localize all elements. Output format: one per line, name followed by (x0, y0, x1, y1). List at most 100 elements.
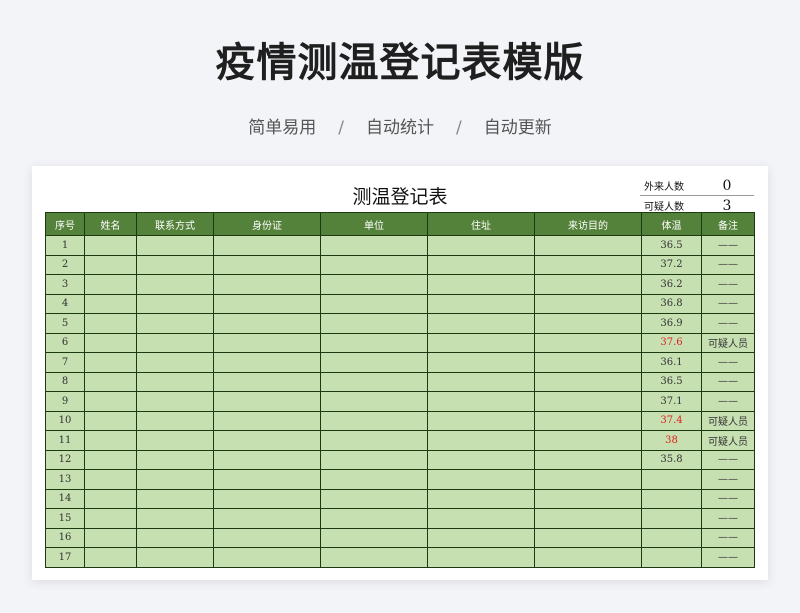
cell-address[interactable] (427, 352, 535, 373)
cell-company[interactable] (320, 410, 428, 431)
cell-visit-purpose[interactable] (534, 488, 642, 509)
cell-temperature[interactable]: 36.2 (641, 274, 702, 295)
cell-temperature[interactable]: 37.1 (641, 391, 702, 412)
cell-contact[interactable] (136, 547, 214, 568)
cell-seq[interactable]: 6 (45, 332, 85, 353)
cell-seq[interactable]: 2 (45, 254, 85, 275)
cell-company[interactable] (320, 371, 428, 392)
cell-address[interactable] (427, 313, 535, 334)
cell-company[interactable] (320, 449, 428, 470)
cell-temperature[interactable]: 37.2 (641, 254, 702, 275)
cell-company[interactable] (320, 547, 428, 568)
column-header[interactable]: 序号 (45, 212, 85, 236)
cell-id-card[interactable] (213, 469, 321, 490)
cell-name[interactable] (84, 449, 137, 470)
cell-contact[interactable] (136, 371, 214, 392)
column-header[interactable]: 备注 (701, 212, 755, 236)
cell-temperature[interactable] (641, 488, 702, 509)
cell-note[interactable]: —— (701, 313, 755, 334)
column-header[interactable]: 单位 (320, 212, 428, 236)
cell-company[interactable] (320, 469, 428, 490)
cell-address[interactable] (427, 449, 535, 470)
cell-visit-purpose[interactable] (534, 313, 642, 334)
cell-address[interactable] (427, 469, 535, 490)
cell-seq[interactable]: 17 (45, 547, 85, 568)
cell-id-card[interactable] (213, 352, 321, 373)
cell-note[interactable]: —— (701, 235, 755, 256)
cell-company[interactable] (320, 293, 428, 314)
cell-visit-purpose[interactable] (534, 469, 642, 490)
cell-seq[interactable]: 4 (45, 293, 85, 314)
cell-note[interactable]: —— (701, 371, 755, 392)
cell-name[interactable] (84, 235, 137, 256)
cell-seq[interactable]: 14 (45, 488, 85, 509)
cell-note[interactable]: 可疑人员 (701, 430, 755, 451)
cell-note[interactable]: —— (701, 508, 755, 529)
cell-id-card[interactable] (213, 274, 321, 295)
cell-temperature[interactable] (641, 508, 702, 529)
cell-seq[interactable]: 16 (45, 527, 85, 548)
cell-contact[interactable] (136, 293, 214, 314)
cell-seq[interactable]: 8 (45, 371, 85, 392)
cell-name[interactable] (84, 274, 137, 295)
cell-note[interactable]: —— (701, 274, 755, 295)
cell-temperature[interactable]: 35.8 (641, 449, 702, 470)
cell-name[interactable] (84, 547, 137, 568)
cell-name[interactable] (84, 313, 137, 334)
cell-company[interactable] (320, 488, 428, 509)
cell-seq[interactable]: 13 (45, 469, 85, 490)
cell-visit-purpose[interactable] (534, 371, 642, 392)
cell-contact[interactable] (136, 352, 214, 373)
cell-name[interactable] (84, 293, 137, 314)
cell-company[interactable] (320, 391, 428, 412)
cell-contact[interactable] (136, 508, 214, 529)
cell-company[interactable] (320, 235, 428, 256)
cell-id-card[interactable] (213, 371, 321, 392)
cell-contact[interactable] (136, 391, 214, 412)
cell-note[interactable]: —— (701, 449, 755, 470)
cell-visit-purpose[interactable] (534, 274, 642, 295)
cell-visit-purpose[interactable] (534, 410, 642, 431)
cell-visit-purpose[interactable] (534, 527, 642, 548)
cell-note[interactable]: —— (701, 352, 755, 373)
cell-contact[interactable] (136, 488, 214, 509)
cell-temperature[interactable] (641, 527, 702, 548)
cell-seq[interactable]: 1 (45, 235, 85, 256)
cell-contact[interactable] (136, 235, 214, 256)
cell-id-card[interactable] (213, 430, 321, 451)
cell-id-card[interactable] (213, 410, 321, 431)
cell-note[interactable]: —— (701, 254, 755, 275)
cell-temperature[interactable]: 36.8 (641, 293, 702, 314)
cell-address[interactable] (427, 410, 535, 431)
cell-company[interactable] (320, 430, 428, 451)
cell-seq[interactable]: 5 (45, 313, 85, 334)
cell-id-card[interactable] (213, 293, 321, 314)
cell-name[interactable] (84, 410, 137, 431)
cell-id-card[interactable] (213, 547, 321, 568)
cell-id-card[interactable] (213, 508, 321, 529)
cell-address[interactable] (427, 508, 535, 529)
cell-seq[interactable]: 10 (45, 410, 85, 431)
cell-address[interactable] (427, 235, 535, 256)
cell-note[interactable]: —— (701, 469, 755, 490)
summary-value[interactable]: 0 (700, 178, 754, 194)
cell-id-card[interactable] (213, 488, 321, 509)
cell-temperature[interactable]: 36.5 (641, 371, 702, 392)
cell-company[interactable] (320, 332, 428, 353)
cell-temperature[interactable]: 36.5 (641, 235, 702, 256)
cell-id-card[interactable] (213, 254, 321, 275)
cell-address[interactable] (427, 371, 535, 392)
cell-name[interactable] (84, 488, 137, 509)
cell-address[interactable] (427, 488, 535, 509)
cell-id-card[interactable] (213, 527, 321, 548)
cell-temperature[interactable]: 36.1 (641, 352, 702, 373)
cell-temperature[interactable] (641, 469, 702, 490)
cell-contact[interactable] (136, 274, 214, 295)
cell-company[interactable] (320, 508, 428, 529)
cell-temperature[interactable] (641, 547, 702, 568)
cell-company[interactable] (320, 274, 428, 295)
cell-note[interactable]: —— (701, 391, 755, 412)
cell-visit-purpose[interactable] (534, 449, 642, 470)
cell-name[interactable] (84, 469, 137, 490)
cell-contact[interactable] (136, 410, 214, 431)
